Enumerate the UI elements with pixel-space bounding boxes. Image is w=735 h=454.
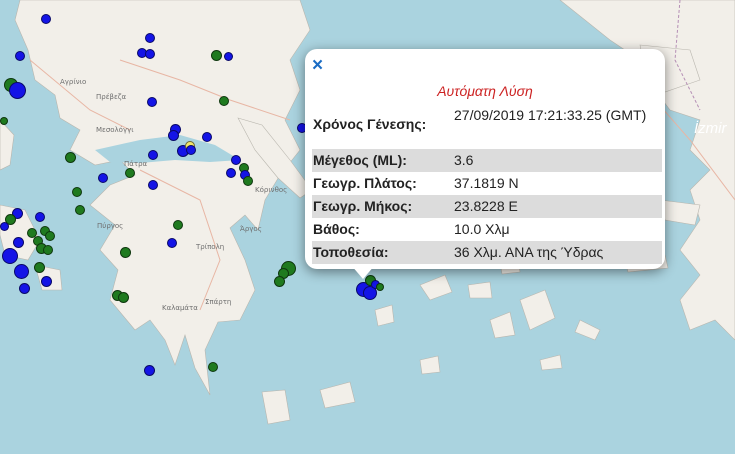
land-paros: [489, 311, 516, 339]
land-corfu: [0, 119, 15, 171]
quake-marker[interactable]: [243, 176, 253, 186]
popup-tip: [351, 265, 375, 279]
land-sifnos: [419, 355, 441, 375]
earthquake-info-popup: × Αυτόματη Λύση Χρόνος Γένεσης: 27/09/20…: [305, 49, 665, 269]
info-value: 37.1819 N: [454, 175, 519, 191]
place-agrinio: Αγρίνιο: [60, 78, 87, 86]
quake-marker[interactable]: [144, 365, 155, 376]
quake-marker[interactable]: [41, 276, 52, 287]
popup-info-table: Χρόνος Γένεσης: 27/09/2019 17:21:33.25 (…: [312, 103, 662, 264]
quake-marker[interactable]: [0, 117, 8, 125]
quake-marker[interactable]: [167, 238, 177, 248]
quake-marker[interactable]: [125, 168, 135, 178]
info-row-location: Τοποθεσία: 36 Χλμ. ΑΝΑ της Ύδρας: [312, 241, 662, 264]
quake-marker[interactable]: [41, 14, 51, 24]
quake-marker[interactable]: [224, 52, 233, 61]
info-value: 36 Χλμ. ΑΝΑ της Ύδρας: [454, 244, 604, 260]
info-key: Γεωγρ. Πλάτος:: [313, 175, 417, 191]
quake-marker[interactable]: [173, 220, 183, 230]
quake-marker[interactable]: [15, 51, 25, 61]
info-value: 27/09/2019 17:21:33.25 (GMT): [454, 107, 647, 123]
quake-marker[interactable]: [75, 205, 85, 215]
info-row-depth: Βάθος: 10.0 Χλμ: [312, 218, 662, 241]
quake-marker[interactable]: [35, 212, 45, 222]
land-milos: [319, 381, 356, 409]
place-argos: Άργος: [240, 225, 262, 233]
place-preveza: Πρέβεζα: [96, 93, 127, 101]
quake-marker[interactable]: [148, 180, 158, 190]
quake-marker[interactable]: [376, 283, 384, 291]
place-mesologgi: Μεσολόγγι: [96, 126, 134, 134]
quake-marker[interactable]: [145, 49, 155, 59]
info-key: Βάθος:: [313, 221, 360, 237]
info-row-magnitude: Μέγεθος (ML): 3.6: [312, 149, 662, 172]
quake-marker[interactable]: [226, 168, 236, 178]
quake-marker[interactable]: [208, 362, 218, 372]
info-key: Τοποθεσία:: [313, 244, 389, 260]
info-row-longitude: Γεωγρ. Μήκος: 23.8228 E: [312, 195, 662, 218]
land-samos: [659, 199, 701, 226]
quake-marker[interactable]: [168, 130, 179, 141]
quake-marker[interactable]: [274, 276, 285, 287]
place-patra: Πάτρα: [124, 160, 148, 168]
land-amorgos: [574, 319, 601, 341]
quake-marker[interactable]: [0, 222, 9, 231]
quake-marker[interactable]: [202, 132, 212, 142]
quake-marker[interactable]: [148, 150, 158, 160]
land-kea: [374, 304, 395, 327]
place-kalamata: Καλαμάτα: [162, 304, 198, 312]
quake-marker[interactable]: [9, 82, 26, 99]
place-tripoli: Τρίπολη: [196, 243, 225, 251]
quake-marker[interactable]: [34, 262, 45, 273]
quake-marker[interactable]: [219, 96, 229, 106]
quake-marker[interactable]: [145, 33, 155, 43]
quake-marker[interactable]: [2, 248, 18, 264]
land-kythira: [261, 389, 291, 425]
quake-marker[interactable]: [186, 145, 196, 155]
land-naxos: [519, 289, 556, 331]
place-korinthos: Κόρινθος: [255, 186, 288, 194]
close-icon[interactable]: ×: [312, 56, 323, 76]
land-andros: [419, 274, 453, 301]
place-sparti: Σπάρτη: [205, 298, 232, 306]
land-tinos: [467, 281, 493, 299]
info-value: 23.8228 E: [454, 198, 518, 214]
info-value: 3.6: [454, 152, 474, 168]
info-row-latitude: Γεωγρ. Πλάτος: 37.1819 N: [312, 172, 662, 195]
info-key: Μέγεθος (ML):: [313, 152, 407, 168]
quake-marker[interactable]: [120, 247, 131, 258]
quake-marker[interactable]: [211, 50, 222, 61]
quake-marker[interactable]: [147, 97, 157, 107]
map-canvas[interactable]: Πρέβεζα Μεσολόγγι Πάτρα Πύργος Τρίπολη Ά…: [0, 0, 735, 454]
quake-marker[interactable]: [118, 292, 129, 303]
info-key: Χρόνος Γένεσης:: [313, 116, 427, 132]
quake-marker[interactable]: [14, 264, 29, 279]
land-santorini: [539, 354, 563, 371]
popup-title: Αυτόματη Λύση: [437, 83, 533, 99]
quake-marker[interactable]: [72, 187, 82, 197]
quake-marker[interactable]: [45, 231, 55, 241]
place-pyrgos: Πύργος: [97, 222, 124, 230]
quake-marker[interactable]: [13, 237, 24, 248]
quake-marker[interactable]: [19, 283, 30, 294]
land-greece: [14, 0, 311, 396]
quake-marker[interactable]: [98, 173, 108, 183]
info-row-origin-time: Χρόνος Γένεσης: 27/09/2019 17:21:33.25 (…: [312, 103, 662, 149]
quake-marker[interactable]: [65, 152, 76, 163]
city-label-izmir: İzmir: [694, 120, 727, 137]
info-value: 10.0 Χλμ: [454, 221, 510, 237]
info-key: Γεωγρ. Μήκος:: [313, 198, 413, 214]
quake-marker[interactable]: [43, 245, 53, 255]
